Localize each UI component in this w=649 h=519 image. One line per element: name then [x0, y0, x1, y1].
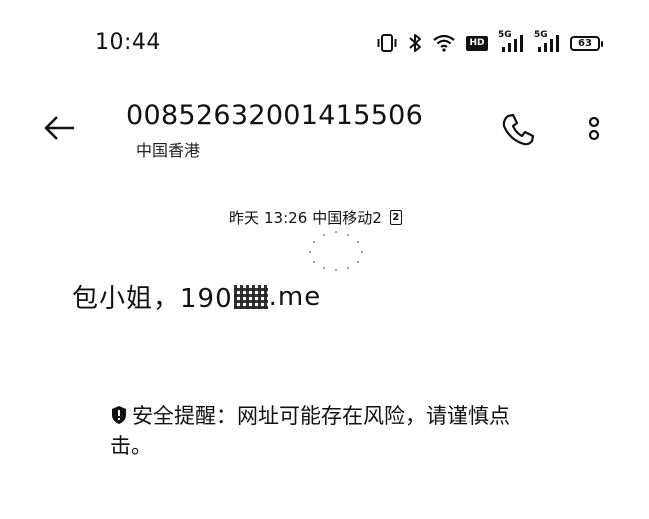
vibrate-icon: [376, 34, 398, 52]
status-bar-icons: HD 5G 5G 63: [376, 30, 603, 56]
security-reminder-text: 安全提醒：网址可能存在风险，请谨慎点击。: [110, 404, 510, 458]
signal-5g-icon: 5G: [534, 30, 560, 53]
more-options-button[interactable]: [580, 110, 608, 150]
phone-icon: [502, 113, 535, 146]
back-arrow-icon: [44, 116, 74, 140]
more-vertical-icon: [588, 116, 600, 141]
battery-icon: 63: [570, 35, 603, 51]
security-reminder: 安全提醒：网址可能存在风险，请谨慎点击。: [110, 402, 550, 460]
message-timestamp: 昨天 13:26 中国移动2 2: [229, 207, 402, 228]
redacted-text: [233, 284, 268, 309]
network-type-label: 5G: [498, 30, 512, 40]
network-type-label: 5G: [534, 30, 548, 40]
shield-icon: [110, 404, 128, 432]
back-button[interactable]: [40, 108, 80, 148]
wifi-icon: [432, 34, 456, 52]
message-text-suffix: .me: [268, 281, 322, 312]
message-date: 昨天: [229, 209, 260, 227]
message-time: 13:26: [264, 208, 308, 227]
call-button[interactable]: [498, 110, 538, 150]
sender-region: 中国香港: [136, 141, 201, 160]
message-text-prefix: 包小姐，190: [72, 284, 233, 314]
status-bar-time: 10:44: [95, 30, 161, 55]
signal-5g-icon: 5G: [498, 30, 524, 53]
bluetooth-icon: [408, 33, 422, 53]
message-bubble[interactable]: 包小姐，190 .me: [72, 278, 321, 315]
loading-spinner-icon: [309, 231, 363, 271]
hd-icon: HD: [466, 35, 488, 51]
sender-number: 00852632001415506: [126, 100, 424, 131]
message-carrier: 中国移动2: [312, 209, 382, 227]
sim-slot-icon: 2: [389, 210, 402, 225]
